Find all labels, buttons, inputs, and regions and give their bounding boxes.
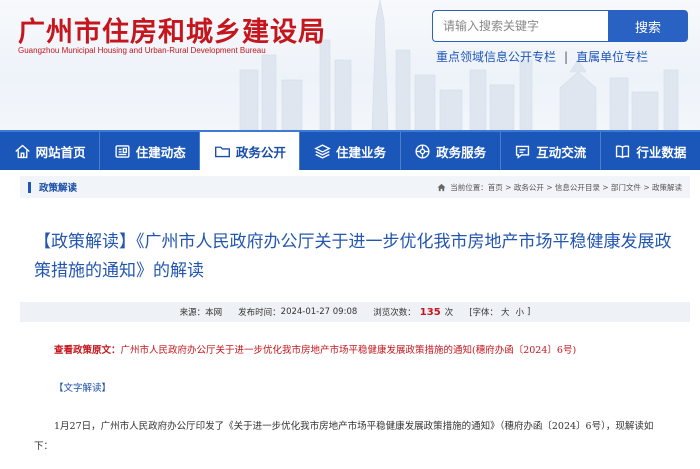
book-icon <box>616 144 630 158</box>
article-paragraph: 1月27日，广州市人民政府办公厅印发了《关于进一步优化我市房地产市场平稳健康发展… <box>34 421 654 452</box>
service-icon <box>415 143 430 159</box>
main-nav: 网站首页 住建动态 政务公开 住建业务 政务服务 互动交流 行业数据 <box>0 130 700 170</box>
original-policy-link[interactable]: 广州市人民政府办公厅关于进一步优化我市房地产市场平稳健康发展政策措施的通知(穗府… <box>121 345 577 356</box>
view-count-unit: 次 <box>444 308 454 318</box>
text-interpretation-heading: 【文字解读】 <box>54 383 112 394</box>
nav-item-government-affairs[interactable]: 政务公开 <box>200 132 301 170</box>
home-icon <box>14 144 30 158</box>
nav-item-label: 政务公开 <box>235 144 286 160</box>
nav-item-industry-data[interactable]: 行业数据 <box>601 132 700 170</box>
site-logo-title[interactable]: 广州市住房和城乡建设局 <box>18 10 326 49</box>
quick-link-affiliated-units[interactable]: 直属单位专栏 <box>576 48 648 65</box>
view-count-value: 135 <box>419 306 441 318</box>
quick-link-separator: | <box>564 49 569 64</box>
news-icon <box>115 144 130 158</box>
page: 广州市住房和城乡建设局 Guangzhou Municipal Housing … <box>0 0 700 469</box>
publish-time-value: 2024-01-27 09:08 <box>280 307 358 317</box>
nav-item-label: 行业数据 <box>636 144 687 160</box>
article-title: 【政策解读】《广州市人民政府办公厅关于进一步优化我市房地产市场平稳健康发展政策措… <box>34 232 672 281</box>
breadcrumb-path[interactable]: 当前位置：首页 > 政务公开 > 信息公开目录 > 部门文件 > 政策解读 <box>450 182 682 193</box>
breadcrumb: 当前位置：首页 > 政务公开 > 信息公开目录 > 部门文件 > 政策解读 <box>437 182 682 193</box>
quick-link-key-areas[interactable]: 重点领域信息公开专栏 <box>436 48 556 65</box>
source-label: 来源： <box>179 308 206 318</box>
nav-item-news[interactable]: 住建动态 <box>100 132 201 170</box>
original-policy-link-row: 查看政策原文：广州市人民政府办公厅关于进一步优化我市房地产市场平稳健康发展政策措… <box>54 342 576 356</box>
nav-item-interaction[interactable]: 互动交流 <box>501 132 601 170</box>
home-icon <box>437 183 446 191</box>
nav-item-home[interactable]: 网站首页 <box>0 132 101 170</box>
nav-item-label: 住建动态 <box>135 144 186 160</box>
folder-icon <box>214 146 230 157</box>
section-heading: 政策解读 <box>28 180 77 194</box>
nav-item-label: 互动交流 <box>536 144 587 160</box>
publish-time-label: 发布时间： <box>238 308 281 318</box>
font-size-small-button[interactable]: 小 <box>516 306 525 318</box>
font-size-close: ] <box>527 307 531 317</box>
article-meta: 来源： 本网 发布时间： 2024-01-27 09:08 浏览次数： 135 … <box>20 302 690 322</box>
search-input[interactable] <box>432 10 608 42</box>
breadcrumb-bar: 政策解读 当前位置：首页 > 政务公开 > 信息公开目录 > 部门文件 > 政策… <box>20 176 690 198</box>
search-button[interactable]: 搜索 <box>608 10 688 42</box>
nav-item-government-services[interactable]: 政务服务 <box>401 132 501 170</box>
view-count-label: 浏览次数： <box>373 308 416 318</box>
nav-item-construction-business[interactable]: 住建业务 <box>300 132 401 170</box>
font-size-large-button[interactable]: 大 <box>501 306 510 318</box>
chat-icon <box>516 145 530 159</box>
site-header: 广州市住房和城乡建设局 Guangzhou Municipal Housing … <box>0 0 700 130</box>
layers-icon <box>314 143 331 159</box>
font-size-label: [字体： <box>469 308 499 318</box>
nav-item-label: 网站首页 <box>35 144 86 160</box>
quick-links: 重点领域信息公开专栏 | 直属单位专栏 <box>436 48 648 65</box>
site-logo-subtitle: Guangzhou Municipal Housing and Urban-Ru… <box>18 46 266 55</box>
original-policy-label: 查看政策原文： <box>54 345 121 356</box>
nav-item-label: 政务服务 <box>436 144 487 160</box>
section-title: 政策解读 <box>39 183 78 194</box>
section-marker <box>28 181 31 193</box>
search-bar: 搜索 <box>432 10 688 42</box>
nav-item-label: 住建业务 <box>335 144 386 160</box>
source-value: 本网 <box>205 308 223 318</box>
